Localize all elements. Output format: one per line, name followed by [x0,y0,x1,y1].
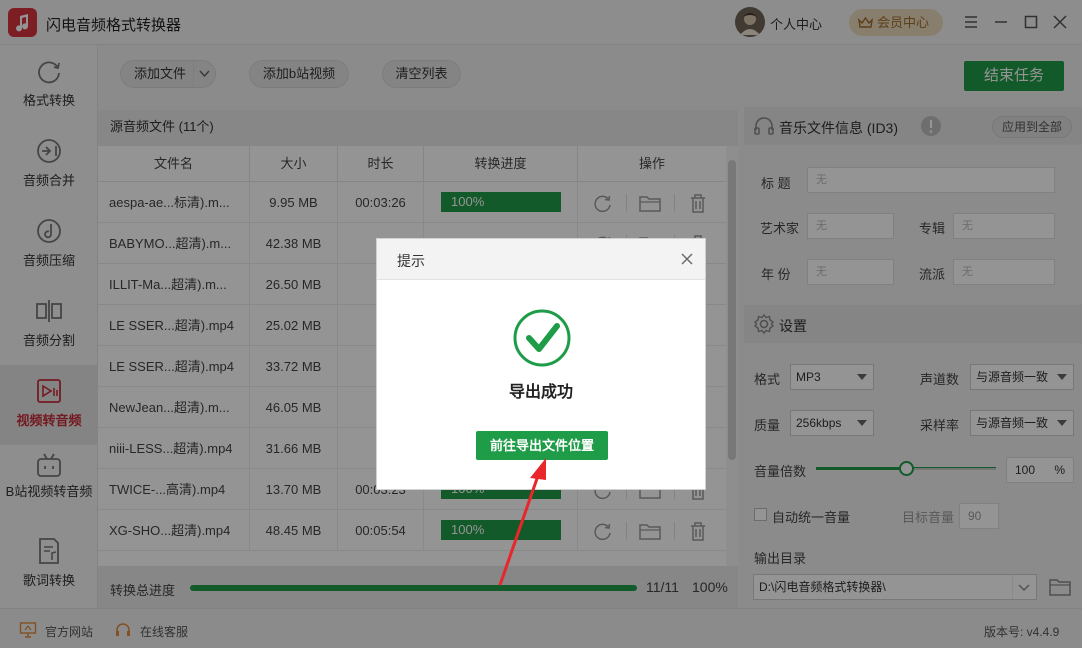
annotation-arrow [498,458,546,586]
